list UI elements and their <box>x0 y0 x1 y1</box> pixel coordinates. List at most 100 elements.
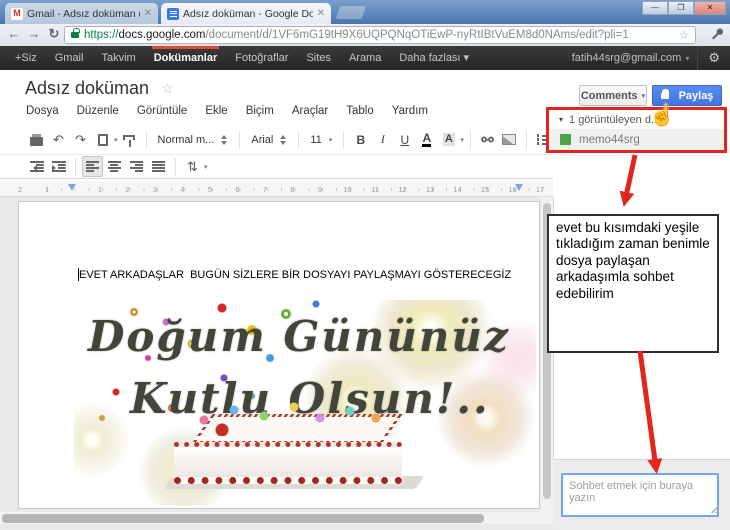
align-left-button[interactable] <box>82 156 103 177</box>
google-bar-nav-item[interactable]: Takvim <box>92 46 144 70</box>
comments-button[interactable]: Comments ▾ <box>579 85 647 106</box>
new-tab-button[interactable] <box>335 6 367 19</box>
align-right-button[interactable] <box>126 156 147 177</box>
font-select[interactable]: Arial <box>246 134 292 146</box>
chrome-menu-wrench-icon[interactable] <box>711 28 725 47</box>
highlight-color-button[interactable]: A <box>438 129 459 150</box>
font-size-select[interactable]: 11 ▾ <box>305 134 337 146</box>
left-indent-marker[interactable] <box>68 184 76 191</box>
paste-caret-icon[interactable]: ▾ <box>114 136 118 144</box>
menu-item[interactable]: Yardım <box>383 102 437 120</box>
outdent-button[interactable] <box>26 156 47 177</box>
document-title[interactable]: Adsız doküman <box>25 78 149 99</box>
document-text-line[interactable]: EVET ARKADAŞLAR BUGÜN SİZLERE BİR DOSYAY… <box>78 268 511 281</box>
hand-cursor-icon: ☝ <box>649 104 676 127</box>
menu-item[interactable]: Tablo <box>337 102 383 120</box>
right-indent-marker[interactable] <box>515 184 523 191</box>
menu-item[interactable]: Biçim <box>237 102 283 120</box>
italic-button[interactable]: I <box>372 129 393 150</box>
ruler-ticks <box>0 181 553 196</box>
chat-input[interactable] <box>561 473 719 517</box>
minimize-button[interactable]: — <box>642 1 668 15</box>
restore-button[interactable]: ❒ <box>668 1 694 15</box>
forward-button[interactable]: → <box>24 26 44 41</box>
tab-title: Adsız doküman - Google Dokü <box>183 7 313 20</box>
print-button[interactable] <box>26 129 47 150</box>
menu-item[interactable]: Düzenle <box>68 102 128 120</box>
bold-button[interactable]: B <box>350 129 371 150</box>
google-bar-nav-item[interactable]: +Siz <box>6 46 46 70</box>
tab-title: Gmail - Adsız doküman (fatih4 <box>27 7 140 20</box>
line-spacing-button[interactable]: ⇅ <box>182 156 203 177</box>
horizontal-scrollbar[interactable] <box>0 512 553 524</box>
browser-tab-docs[interactable]: Adsız doküman - Google Dokü ✕ <box>161 3 331 24</box>
menu-item[interactable]: Dosya <box>17 102 68 120</box>
tab-close-icon[interactable]: ✕ <box>317 8 325 19</box>
divider <box>525 130 527 149</box>
google-bar-nav-item[interactable]: Arama <box>340 46 390 70</box>
indent-button[interactable] <box>48 156 69 177</box>
line-spacing-caret-icon[interactable]: ▾ <box>204 163 208 171</box>
menu-item[interactable]: Ekle <box>196 102 236 120</box>
horizontal-scrollbar-thumb[interactable] <box>2 513 484 523</box>
reload-button[interactable]: ↻ <box>44 26 64 42</box>
google-bar-nav-item[interactable]: Gmail <box>46 46 93 70</box>
paint-format-icon <box>123 135 136 147</box>
bookmark-star-icon[interactable]: ☆ <box>678 28 689 42</box>
document-title-row: Adsız doküman ☆ <box>25 78 174 99</box>
print-icon <box>30 133 43 146</box>
paragraph-style-label: Normal m... <box>157 133 215 146</box>
google-bar-nav-item[interactable]: Fotoğraflar <box>226 46 297 70</box>
url-host: docs.google.com <box>118 29 206 41</box>
text-color-button[interactable]: A <box>416 129 437 150</box>
tab-close-icon[interactable]: ✕ <box>144 8 152 19</box>
address-bar[interactable]: https:// docs.google.com /document/d/1VF… <box>64 26 696 44</box>
ruler-number: 17 <box>535 185 545 194</box>
insert-image-button[interactable] <box>499 129 520 150</box>
google-bar-nav-item[interactable]: Daha fazlası ▾ <box>390 46 478 70</box>
browser-window: M Gmail - Adsız doküman (fatih4 ✕ Adsız … <box>0 0 730 530</box>
annotation-arrow-to-note <box>619 154 638 207</box>
resize-grip-icon[interactable] <box>711 505 719 513</box>
gear-icon[interactable]: ⚙ <box>698 50 730 66</box>
docs-favicon-icon <box>167 7 179 20</box>
close-button[interactable]: ✕ <box>694 1 726 15</box>
ruler-number: 9 <box>317 185 323 194</box>
annotation-rectangle <box>546 107 727 153</box>
back-button[interactable]: ← <box>4 26 24 41</box>
paragraph-style-select[interactable]: Normal m... <box>153 134 234 146</box>
paste-button[interactable] <box>92 129 113 150</box>
account-email[interactable]: fatih44srg@gmail.com <box>572 52 686 64</box>
justify-button[interactable] <box>148 156 169 177</box>
align-center-button[interactable] <box>104 156 125 177</box>
updown-arrows-icon <box>280 134 287 145</box>
paint-format-button[interactable] <box>119 129 140 150</box>
google-bar-nav-item[interactable]: Dokümanlar <box>145 46 227 70</box>
window-titlebar: M Gmail - Adsız doküman (fatih4 ✕ Adsız … <box>0 0 730 24</box>
annotation-arrow-to-chat <box>637 350 663 474</box>
account-caret-icon: ▾ <box>685 53 690 63</box>
menu-item[interactable]: Araçlar <box>283 102 337 120</box>
menu-item[interactable]: Görüntüle <box>128 102 197 120</box>
google-bar-nav-item[interactable]: Sites <box>297 46 339 70</box>
justify-icon <box>152 161 165 172</box>
text-color-icon: A <box>422 131 432 147</box>
ruler-number: 5 <box>207 185 213 194</box>
underline-button[interactable]: U <box>394 129 415 150</box>
ruler-number: 3 <box>152 185 158 194</box>
undo-button[interactable]: ↶ <box>48 129 69 150</box>
document-page[interactable]: EVET ARKADAŞLAR BUGÜN SİZLERE BİR DOSYAY… <box>18 201 540 509</box>
window-controls: — ❒ ✕ <box>642 1 726 15</box>
browser-tab-gmail[interactable]: M Gmail - Adsız doküman (fatih4 ✕ <box>5 3 158 24</box>
star-document-icon[interactable]: ☆ <box>161 80 174 97</box>
google-bar-nav: +Siz Gmail Takvim Dokümanlar Fotoğraflar Site… <box>6 46 478 70</box>
redo-button[interactable]: ↷ <box>70 129 91 150</box>
insert-link-button[interactable] <box>477 129 498 150</box>
browser-toolbar: ← → ↻ https:// docs.google.com /document… <box>0 24 730 46</box>
share-button[interactable]: Paylaş <box>652 85 722 106</box>
ruler-number: 1 <box>97 185 103 194</box>
editor-toolbar-row1: ↶ ↷ ▾ Normal m... Arial 11 ▾ B I U A A ▾ <box>0 125 573 155</box>
birthday-image[interactable]: Doğum Gününüz Kutlu Olsun!.. <box>74 300 536 506</box>
highlight-caret-icon[interactable]: ▾ <box>460 136 464 144</box>
outdent-icon <box>29 161 44 172</box>
